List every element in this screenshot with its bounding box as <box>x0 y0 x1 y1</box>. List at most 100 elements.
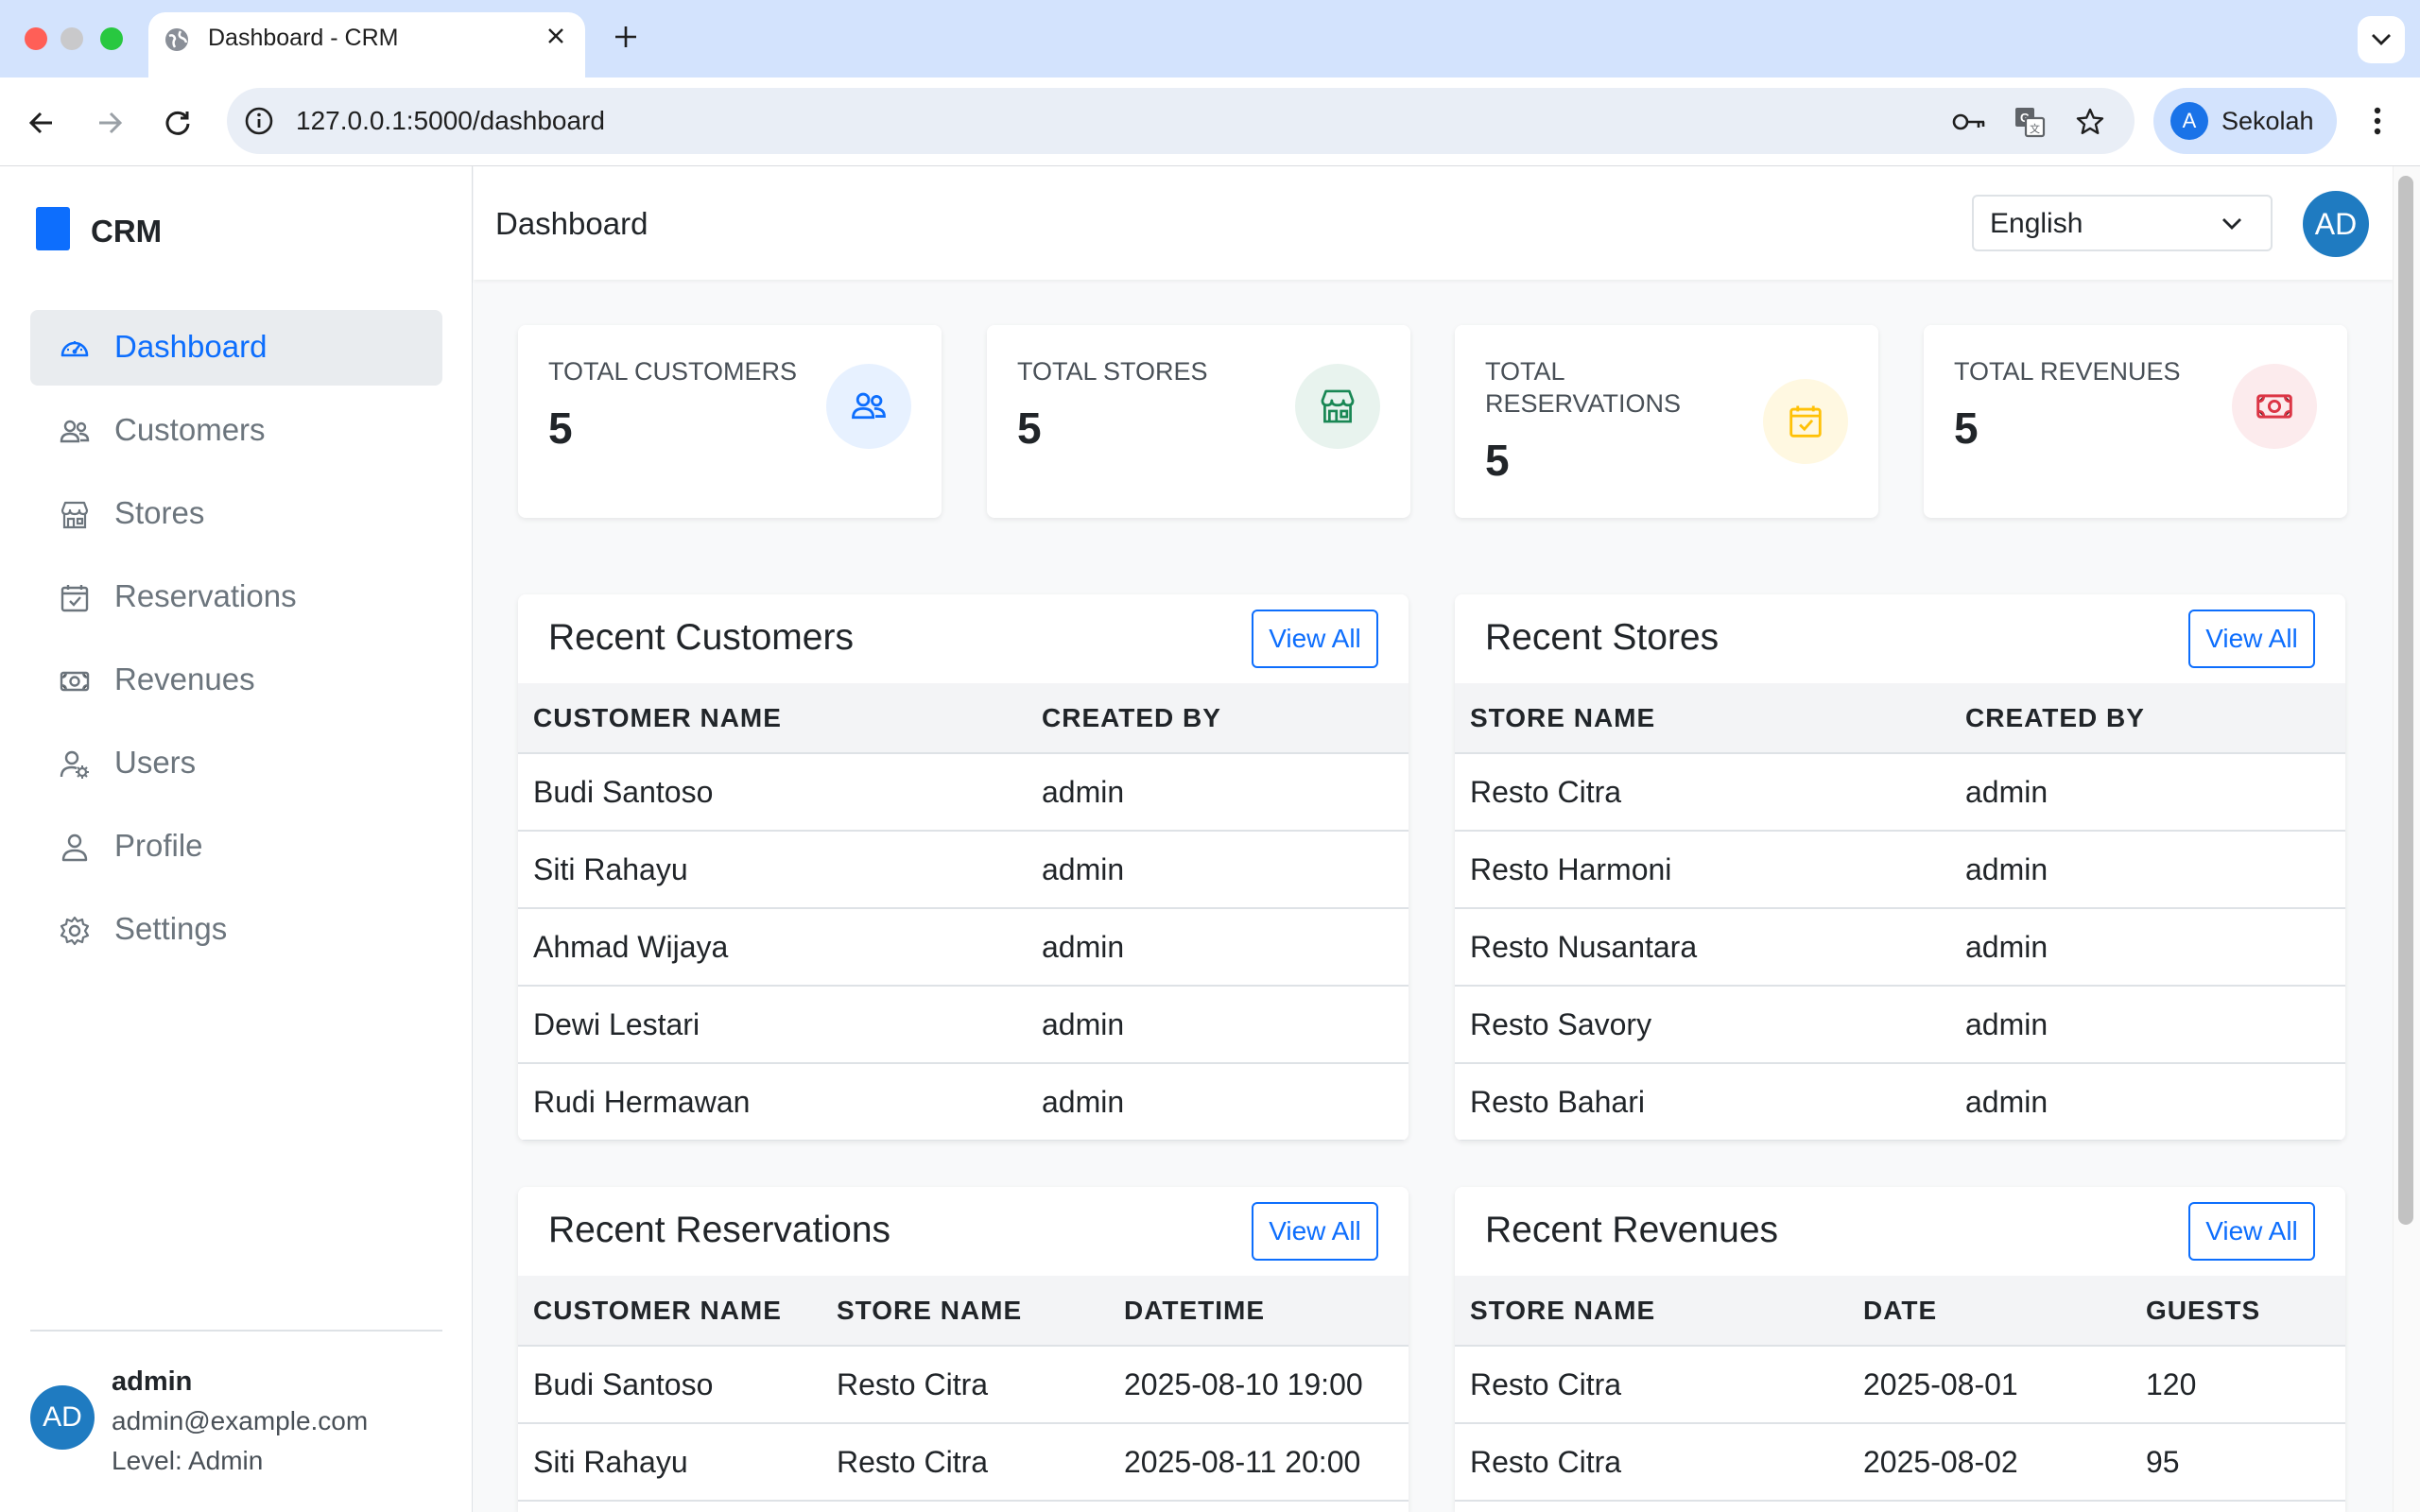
table-row[interactable]: Resto Citra admin <box>1455 753 2345 832</box>
browser-menu-icon[interactable] <box>2363 102 2392 140</box>
column-header[interactable]: Created By <box>1027 683 1409 754</box>
sidebar-item-customers[interactable]: Customers <box>30 393 442 469</box>
sidebar-item-settings[interactable]: Settings <box>30 892 442 968</box>
people-icon <box>59 416 91 448</box>
brand-name: CRM <box>91 214 163 249</box>
cell-store-name: Resto Bahari <box>1455 1063 1950 1141</box>
column-header[interactable]: Store Name <box>1455 1276 1848 1347</box>
sidebar-item-label: Settings <box>114 911 228 946</box>
column-header[interactable]: Store Name <box>821 1276 1109 1347</box>
back-arrow-icon[interactable] <box>23 104 60 142</box>
recent-reservations-table: Customer Name Store Name Datetime Budi S… <box>518 1276 1409 1502</box>
cash-icon <box>59 665 91 697</box>
sidebar-item-users[interactable]: Users <box>30 726 442 801</box>
address-url[interactable]: 127.0.0.1:5000/dashboard <box>296 106 605 136</box>
sidebar-item-dashboard[interactable]: Dashboard <box>30 310 442 386</box>
forward-arrow-icon[interactable] <box>91 104 129 142</box>
page-scrollbar-thumb[interactable] <box>2398 176 2413 1225</box>
cell-store-name: Resto Harmoni <box>1455 831 1950 909</box>
cell-customer-name: Siti Rahayu <box>518 1423 821 1502</box>
new-tab-button[interactable] <box>609 19 643 57</box>
cell-customer-name: Ahmad Wijaya <box>518 908 1027 987</box>
language-select-value[interactable]: English <box>1990 208 2083 240</box>
view-all-stores-button[interactable]: View All <box>2188 610 2315 668</box>
chevron-down-icon[interactable] <box>2218 210 2246 238</box>
cell-customer-name: Rudi Hermawan <box>518 1063 1027 1141</box>
table-row[interactable]: Resto Nusantara admin <box>1455 908 2345 987</box>
column-header[interactable]: Store Name <box>1455 683 1950 754</box>
stat-card-stores: Total Stores 5 <box>987 325 1410 518</box>
table-row[interactable]: Resto Citra 2025-08-02 95 <box>1455 1423 2345 1502</box>
sidebar-item-profile[interactable]: Profile <box>30 809 442 885</box>
panel-title: Recent Revenues <box>1485 1210 1779 1250</box>
table-row[interactable]: Dewi Lestari admin <box>518 986 1409 1064</box>
password-key-icon[interactable] <box>1951 104 1987 140</box>
view-all-reservations-button[interactable]: View All <box>1252 1202 1378 1261</box>
window-close-button[interactable] <box>25 27 47 50</box>
sidebar-item-label: Dashboard <box>114 329 268 364</box>
table-row[interactable]: Budi Santoso Resto Citra 2025-08-10 19:00 <box>518 1346 1409 1424</box>
table-row[interactable]: Rudi Hermawan admin <box>518 1063 1409 1141</box>
table-row[interactable]: Siti Rahayu Resto Citra 2025-08-11 20:00 <box>518 1423 1409 1502</box>
table-row[interactable]: Resto Harmoni admin <box>1455 831 2345 909</box>
cell-date: 2025-08-02 <box>1848 1423 2131 1502</box>
window-maximize-button[interactable] <box>100 27 123 50</box>
table-row[interactable]: Siti Rahayu admin <box>518 831 1409 909</box>
cell-customer-name: Dewi Lestari <box>518 986 1027 1064</box>
user-avatar[interactable]: AD <box>30 1385 95 1450</box>
cell-store-name: Resto Citra <box>1455 753 1950 832</box>
gear-icon <box>59 915 91 947</box>
shop-icon <box>1295 364 1380 449</box>
column-header[interactable]: Customer Name <box>518 683 1027 754</box>
sidebar-item-label: Profile <box>114 828 203 863</box>
recent-revenues-table: Store Name Date Guests Resto Citra 2025-0… <box>1455 1276 2345 1502</box>
translate-icon[interactable]: G文 <box>2012 104 2048 140</box>
cell-guests: 95 <box>2131 1423 2345 1502</box>
table-row[interactable]: Resto Bahari admin <box>1455 1063 2345 1141</box>
column-header[interactable]: Datetime <box>1109 1276 1409 1347</box>
table-row[interactable]: Resto Savory admin <box>1455 986 2345 1064</box>
sidebar-item-revenues[interactable]: Revenues <box>30 643 442 718</box>
view-all-customers-button[interactable]: View All <box>1252 610 1378 668</box>
header-avatar[interactable]: AD <box>2303 191 2369 257</box>
user-name: admin <box>112 1366 193 1397</box>
profile-name[interactable]: Sekolah <box>2221 107 2314 136</box>
sidebar-item-stores[interactable]: Stores <box>30 476 442 552</box>
table-row[interactable]: Budi Santoso admin <box>518 753 1409 832</box>
column-header[interactable]: Date <box>1848 1276 2131 1347</box>
sidebar-item-reservations[interactable]: Reservations <box>30 559 442 635</box>
reload-icon[interactable] <box>159 104 197 142</box>
people-icon <box>826 364 911 449</box>
cell-date: 2025-08-01 <box>1848 1346 2131 1424</box>
bookmark-star-icon[interactable] <box>2072 104 2108 140</box>
sidebar-item-label: Users <box>114 745 197 780</box>
window-minimize-button[interactable] <box>60 27 83 50</box>
recent-reservations-card: Recent Reservations View All Customer Na… <box>518 1187 1409 1512</box>
stat-label: Total Stores <box>1017 357 1208 386</box>
cell-datetime: 2025-08-11 20:00 <box>1109 1423 1409 1502</box>
stat-card-reservations: Total Reservations 5 <box>1455 325 1878 518</box>
recent-customers-table: Customer Name Created By Budi Santoso adm… <box>518 683 1409 1141</box>
recent-stores-card: Recent Stores View All Store Name Create… <box>1455 594 2345 1141</box>
cell-created-by: admin <box>1027 753 1409 832</box>
column-header[interactable]: Guests <box>2131 1276 2345 1347</box>
site-info-icon[interactable] <box>244 106 274 136</box>
tab-search-chevron-icon[interactable] <box>2358 16 2405 63</box>
brand-logo <box>36 207 70 250</box>
table-row[interactable]: Resto Citra 2025-08-01 120 <box>1455 1346 2345 1424</box>
cell-store-name: Resto Citra <box>821 1423 1109 1502</box>
cell-created-by: admin <box>1950 753 2345 832</box>
tab-close-icon[interactable] <box>543 23 569 49</box>
column-header[interactable]: Created By <box>1950 683 2345 754</box>
person-icon <box>59 832 91 864</box>
table-row[interactable]: Ahmad Wijaya admin <box>518 908 1409 987</box>
stat-value: 5 <box>548 404 573 453</box>
recent-revenues-card: Recent Revenues View All Store Name Date… <box>1455 1187 2345 1512</box>
column-header[interactable]: Customer Name <box>518 1276 821 1347</box>
view-all-revenues-button[interactable]: View All <box>2188 1202 2315 1261</box>
profile-avatar[interactable]: A <box>2170 102 2208 140</box>
panel-title: Recent Stores <box>1485 617 1720 658</box>
stat-value: 5 <box>1954 404 1979 453</box>
sidebar-item-label: Reservations <box>114 578 297 613</box>
calendar-check-icon <box>59 582 91 614</box>
